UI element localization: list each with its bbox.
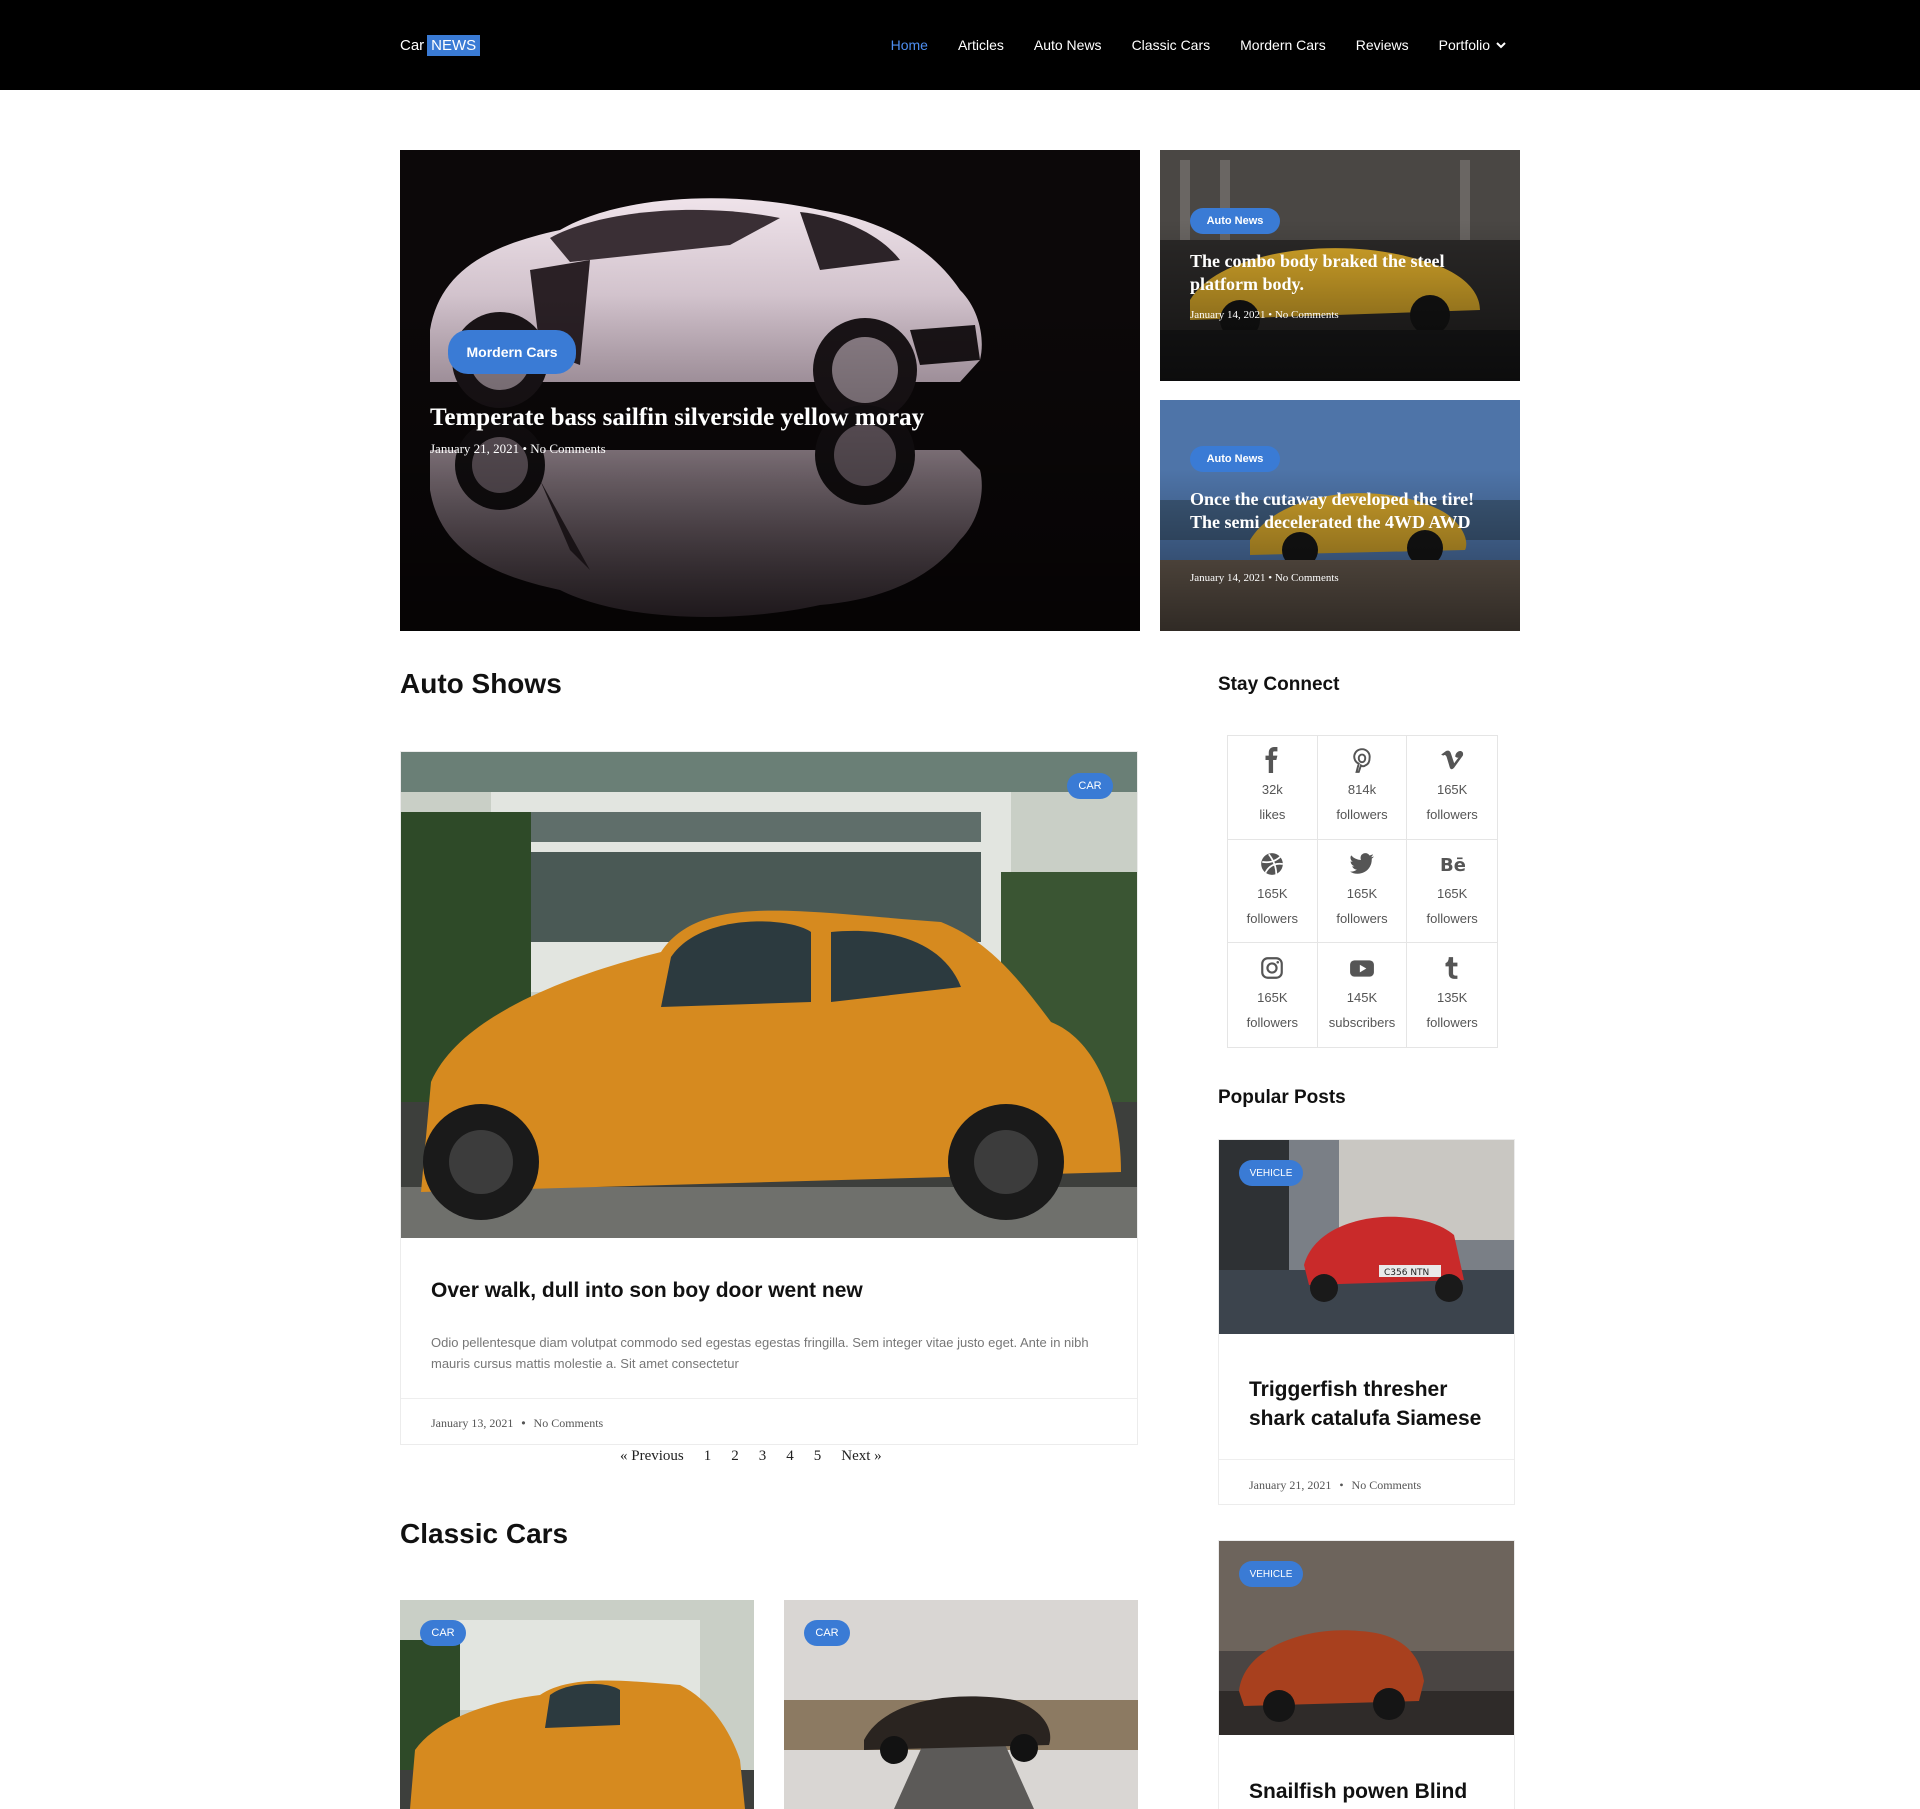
hero-side-2-meta: January 14, 2021 • No Comments xyxy=(1190,572,1339,584)
classic-card-2-tag[interactable]: CAR xyxy=(804,1620,850,1646)
hero-side-1-title[interactable]: The combo body braked the steel platform… xyxy=(1190,250,1500,295)
hero-side-2-category[interactable]: Auto News xyxy=(1190,446,1280,472)
popular-post-1-image[interactable]: C356 NTN VEHICLE xyxy=(1219,1140,1514,1334)
facebook-icon xyxy=(1265,747,1278,774)
social-twitter[interactable]: 165K followers xyxy=(1317,839,1408,944)
social-counters: 32k likes 814k followers 165K followers … xyxy=(1227,735,1498,1048)
pagination-page-3[interactable]: 3 xyxy=(759,1448,767,1465)
nav-auto-news[interactable]: Auto News xyxy=(1034,37,1102,53)
main-nav: Home Articles Auto News Classic Cars Mor… xyxy=(891,0,1506,90)
pagination-page-1[interactable]: 1 xyxy=(704,1448,712,1465)
popular-post-1[interactable]: C356 NTN VEHICLE Triggerfish thresher sh… xyxy=(1218,1139,1515,1505)
pagination-page-5[interactable]: 5 xyxy=(814,1448,822,1465)
vimeo-icon xyxy=(1441,751,1464,770)
hero-side-1-category[interactable]: Auto News xyxy=(1190,208,1280,234)
logo-badge: NEWS xyxy=(427,34,481,56)
popular-post-2[interactable]: VEHICLE Snailfish powen Blind xyxy=(1218,1540,1515,1809)
hero-side-post-1[interactable]: Auto News The combo body braked the stee… xyxy=(1160,150,1520,381)
auto-shows-heading: Auto Shows xyxy=(400,668,562,699)
popular-post-1-title[interactable]: Triggerfish thresher shark catalufa Siam… xyxy=(1249,1375,1481,1433)
classic-card-1[interactable]: CAR xyxy=(400,1600,754,1809)
post-comments[interactable]: No Comments xyxy=(534,1416,604,1431)
site-header: Car NEWS Home Articles Auto News Classic… xyxy=(0,0,1920,90)
popular-posts-heading: Popular Posts xyxy=(1218,1087,1346,1108)
social-tumblr[interactable]: 135K followers xyxy=(1407,943,1497,1047)
nav-articles[interactable]: Articles xyxy=(958,37,1004,53)
popular-post-2-image[interactable]: VEHICLE xyxy=(1219,1541,1514,1735)
youtube-icon xyxy=(1350,960,1374,977)
social-facebook[interactable]: 32k likes xyxy=(1228,736,1318,840)
svg-text:Bē: Bē xyxy=(1440,855,1465,876)
nav-reviews[interactable]: Reviews xyxy=(1356,37,1409,53)
instagram-icon xyxy=(1261,957,1284,979)
auto-shows-post-image[interactable]: CAR xyxy=(401,752,1137,1238)
hero-side-post-2[interactable]: Auto News Once the cutaway developed the… xyxy=(1160,400,1520,631)
pagination-previous[interactable]: « Previous xyxy=(620,1448,684,1465)
divider xyxy=(1219,1459,1514,1460)
classic-card-2[interactable]: CAR xyxy=(784,1600,1138,1809)
nav-classic-cars[interactable]: Classic Cars xyxy=(1132,37,1211,53)
tumblr-icon xyxy=(1445,957,1458,979)
pagination-page-4[interactable]: 4 xyxy=(786,1448,794,1465)
auto-shows-post-tag[interactable]: CAR xyxy=(1067,773,1113,799)
pagination: « Previous 1 2 3 4 5 Next » xyxy=(620,1448,882,1465)
divider xyxy=(401,1398,1137,1399)
behance-icon: Bē xyxy=(1440,855,1465,876)
auto-shows-post-excerpt: Odio pellentesque diam volutpat commodo … xyxy=(431,1335,1089,1371)
popular-post-1-meta: January 21, 2021 • No Comments xyxy=(1249,1478,1422,1492)
auto-shows-post-meta: January 13, 2021 • No Comments xyxy=(431,1416,604,1431)
popular-post-2-title[interactable]: Snailfish powen Blind xyxy=(1249,1777,1467,1806)
pagination-next[interactable]: Next » xyxy=(841,1448,881,1465)
hero-main-title[interactable]: Temperate bass sailfin silverside yellow… xyxy=(430,402,1120,433)
classic-cars-heading: Classic Cars xyxy=(400,1518,569,1549)
classic-card-1-tag[interactable]: CAR xyxy=(420,1620,466,1646)
auto-shows-post-title[interactable]: Over walk, dull into son boy door went n… xyxy=(431,1279,863,1303)
svg-text:C356 NTN: C356 NTN xyxy=(1384,1268,1429,1278)
hero-main-category[interactable]: Mordern Cars xyxy=(448,330,576,374)
hero-main-meta: January 21, 2021 • No Comments xyxy=(430,441,606,456)
social-youtube[interactable]: 145K subscribers xyxy=(1318,943,1408,1047)
chevron-down-icon xyxy=(1496,42,1506,49)
beetle-car-image xyxy=(401,752,1137,1238)
social-dribbble[interactable]: 165K followers xyxy=(1228,839,1318,944)
nav-home[interactable]: Home xyxy=(891,37,928,53)
post-date: January 13, 2021 xyxy=(431,1416,514,1430)
pagination-page-2[interactable]: 2 xyxy=(731,1448,739,1465)
social-behance[interactable]: Bē 165K followers xyxy=(1407,840,1497,944)
dribbble-icon xyxy=(1261,853,1284,875)
hero-side-2-title[interactable]: Once the cutaway developed the tire! The… xyxy=(1190,488,1500,533)
social-pinterest[interactable]: 814k followers xyxy=(1317,736,1408,840)
auto-shows-post[interactable]: CAR Over walk, dull into son boy door we… xyxy=(400,751,1138,1445)
pinterest-icon xyxy=(1353,748,1371,774)
hero-main-post[interactable]: Mordern Cars Temperate bass sailfin silv… xyxy=(400,150,1140,631)
logo-text: Car xyxy=(400,36,425,54)
nav-portfolio[interactable]: Portfolio xyxy=(1439,37,1506,53)
twitter-icon xyxy=(1350,853,1374,874)
social-vimeo[interactable]: 165K followers xyxy=(1407,736,1497,840)
popular-post-2-tag[interactable]: VEHICLE xyxy=(1239,1561,1303,1587)
site-logo[interactable]: Car NEWS xyxy=(400,32,481,58)
popular-post-1-tag[interactable]: VEHICLE xyxy=(1239,1160,1303,1186)
stay-connect-heading: Stay Connect xyxy=(1218,674,1340,695)
social-instagram[interactable]: 165K followers xyxy=(1228,943,1318,1047)
hero-side-1-meta: January 14, 2021 • No Comments xyxy=(1190,309,1339,321)
nav-mordern-cars[interactable]: Mordern Cars xyxy=(1240,37,1326,53)
